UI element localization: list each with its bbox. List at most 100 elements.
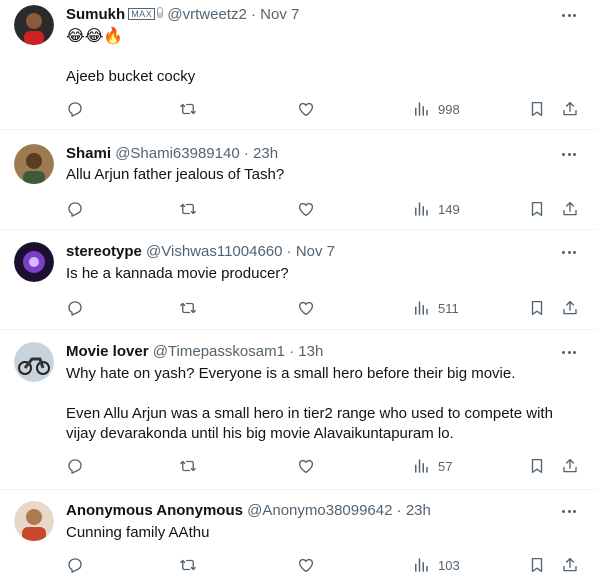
- like-button[interactable]: [297, 555, 315, 575]
- avatar[interactable]: [14, 144, 54, 184]
- more-icon[interactable]: [559, 5, 579, 25]
- reply-header: Movie lover @Timepasskosam1 · 13h: [66, 342, 549, 362]
- reply-text: Why hate on yash? Everyone is a small he…: [66, 364, 586, 444]
- reply-item[interactable]: Movie lover @Timepasskosam1 · 13h Why ha…: [0, 331, 597, 490]
- separator: ·: [396, 502, 402, 519]
- reply-button[interactable]: [66, 199, 84, 219]
- avatar[interactable]: [14, 5, 54, 45]
- action-bar: 57: [66, 456, 581, 476]
- timestamp[interactable]: 23h: [406, 502, 431, 519]
- retweet-button[interactable]: [179, 555, 197, 575]
- like-button[interactable]: [297, 99, 315, 119]
- timestamp[interactable]: Nov 7: [260, 6, 299, 23]
- reply-item[interactable]: Shami @Shami63989140 · 23h Allu Arjun fa…: [0, 131, 597, 230]
- author-handle[interactable]: @Vishwas11004660: [146, 243, 282, 260]
- retweet-button[interactable]: [179, 99, 197, 119]
- timestamp[interactable]: 13h: [298, 343, 323, 360]
- reply-item[interactable]: Anonymous Anonymous @Anonymo38099642 · 2…: [0, 491, 597, 579]
- share-icon: [561, 556, 579, 574]
- retweet-button[interactable]: [179, 456, 197, 476]
- author-name[interactable]: Movie lover: [66, 343, 149, 360]
- like-icon: [297, 299, 315, 317]
- timestamp[interactable]: Nov 7: [296, 243, 335, 260]
- bookmark-icon: [528, 100, 546, 118]
- bookmark-icon: [528, 299, 546, 317]
- author-name[interactable]: Sumukh: [66, 6, 125, 23]
- bookmark-button[interactable]: [528, 99, 546, 119]
- reply-button[interactable]: [66, 99, 84, 119]
- like-button[interactable]: [297, 456, 315, 476]
- author-name[interactable]: stereotype: [66, 243, 142, 260]
- views-count: 511: [438, 300, 459, 316]
- author-handle[interactable]: @Shami63989140: [115, 145, 239, 162]
- pill-emoji-icon: [157, 7, 164, 18]
- separator: ·: [286, 243, 292, 260]
- reply-button[interactable]: [66, 555, 84, 575]
- author-handle[interactable]: @Timepasskosam1: [153, 343, 285, 360]
- views-button[interactable]: 511: [412, 298, 459, 318]
- reply-icon: [66, 100, 84, 118]
- reply-item[interactable]: stereotype @Vishwas11004660 · Nov 7 Is h…: [0, 231, 597, 330]
- retweet-icon: [179, 299, 197, 317]
- views-icon: [412, 200, 430, 218]
- retweet-icon: [179, 556, 197, 574]
- reply-button[interactable]: [66, 456, 84, 476]
- reply-item[interactable]: Sumukh MAX @vrtweetz2 · Nov 7 😂😂🔥 Ajeeb b…: [0, 0, 597, 130]
- author-name[interactable]: Anonymous Anonymous: [66, 502, 243, 519]
- retweet-button[interactable]: [179, 199, 197, 219]
- author-handle[interactable]: @vrtweetz2: [167, 6, 246, 23]
- separator: ·: [289, 343, 295, 360]
- bookmark-button[interactable]: [528, 298, 546, 318]
- avatar[interactable]: [14, 342, 54, 382]
- reply-icon: [66, 200, 84, 218]
- views-button[interactable]: 149: [412, 199, 460, 219]
- bookmark-icon: [528, 457, 546, 475]
- emoji-line: 😂😂🔥: [66, 28, 124, 45]
- share-button[interactable]: [561, 199, 579, 219]
- timestamp[interactable]: 23h: [253, 145, 278, 162]
- share-button[interactable]: [561, 298, 579, 318]
- views-icon: [412, 556, 430, 574]
- bookmark-icon: [528, 200, 546, 218]
- reply-text: Allu Arjun father jealous of Tash?: [66, 165, 586, 185]
- author-handle[interactable]: @Anonymo38099642: [247, 502, 392, 519]
- views-button[interactable]: 103: [412, 555, 460, 575]
- like-icon: [297, 556, 315, 574]
- share-button[interactable]: [561, 456, 579, 476]
- share-button[interactable]: [561, 555, 579, 575]
- max-badge: MAX: [128, 8, 156, 20]
- like-icon: [297, 200, 315, 218]
- more-icon[interactable]: [559, 501, 579, 521]
- reply-paragraph: Why hate on yash? Everyone is a small he…: [66, 365, 516, 382]
- more-icon[interactable]: [559, 144, 579, 164]
- views-button[interactable]: 57: [412, 456, 452, 476]
- retweet-icon: [179, 457, 197, 475]
- views-icon: [412, 457, 430, 475]
- reply-button[interactable]: [66, 298, 84, 318]
- views-count: 57: [438, 458, 453, 474]
- bookmark-button[interactable]: [528, 456, 546, 476]
- reply-text: 😂😂🔥 Ajeeb bucket cocky: [66, 27, 586, 87]
- action-bar: 998: [66, 99, 581, 119]
- more-icon[interactable]: [559, 342, 579, 362]
- avatar[interactable]: [14, 242, 54, 282]
- bookmark-button[interactable]: [528, 555, 546, 575]
- like-button[interactable]: [297, 199, 315, 219]
- views-count: 103: [438, 557, 460, 573]
- reply-paragraph: Even Allu Arjun was a small hero in tier…: [66, 405, 553, 442]
- reply-text: Cunning family AAthu: [66, 523, 586, 543]
- like-button[interactable]: [297, 298, 315, 318]
- reply-header: stereotype @Vishwas11004660 · Nov 7: [66, 242, 549, 262]
- reply-icon: [66, 299, 84, 317]
- share-button[interactable]: [561, 99, 579, 119]
- separator: ·: [243, 145, 249, 162]
- retweet-button[interactable]: [179, 298, 197, 318]
- views-button[interactable]: 998: [412, 99, 460, 119]
- views-count: 998: [438, 101, 460, 117]
- more-icon[interactable]: [559, 242, 579, 262]
- share-icon: [561, 100, 579, 118]
- author-name[interactable]: Shami: [66, 145, 111, 162]
- reply-paragraph: Allu Arjun father jealous of Tash?: [66, 166, 285, 183]
- bookmark-button[interactable]: [528, 199, 546, 219]
- avatar[interactable]: [14, 501, 54, 541]
